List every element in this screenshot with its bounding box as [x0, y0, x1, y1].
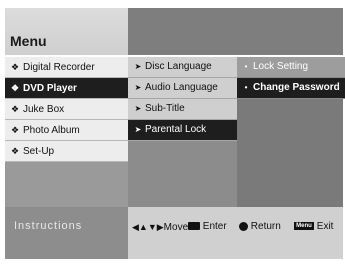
diamond-icon: ❖: [10, 146, 20, 156]
move-hint: ◀▲▼▶Move: [132, 220, 188, 234]
submenu-item-parental-lock[interactable]: ➤ Parental Lock: [128, 120, 237, 141]
enter-hint: Enter: [188, 220, 227, 234]
diamond-icon: ❖: [10, 104, 20, 114]
menu-title: Menu: [10, 33, 47, 49]
submenu-item-sub-title[interactable]: ➤ Sub-Title: [128, 99, 237, 120]
submenu-item-label: Sub-Title: [145, 103, 185, 114]
return-hint: Return: [239, 220, 281, 234]
enter-key-icon: [188, 222, 200, 231]
menu-key-icon: Menu: [294, 222, 314, 231]
menu-item-label: Set-Up: [23, 146, 55, 157]
navigate-arrows-icon: ◀▲▼▶: [132, 222, 164, 232]
move-hint-label: Move: [163, 222, 189, 233]
menu-item-label: Juke Box: [23, 104, 65, 115]
submenu-item-disc-language[interactable]: ➤ Disc Language: [128, 57, 237, 78]
option-item-lock-setting[interactable]: • Lock Setting: [237, 57, 345, 78]
exit-hint-label: Exit: [316, 221, 334, 232]
menu-item-juke-box[interactable]: ❖ Juke Box: [5, 99, 128, 120]
diamond-icon: ❖: [10, 125, 20, 135]
menu-item-photo-album[interactable]: ❖ Photo Album: [5, 120, 128, 141]
arrow-icon: ➤: [134, 125, 142, 134]
submenu-item-label: Parental Lock: [145, 124, 207, 135]
submenu-item-label: Disc Language: [145, 61, 212, 72]
arrow-icon: ➤: [134, 83, 142, 92]
submenu-item-label: Audio Language: [145, 82, 218, 93]
option-item-label: Change Password: [253, 82, 340, 93]
bullet-icon: •: [244, 83, 248, 92]
arrow-icon: ➤: [134, 62, 142, 71]
bullet-icon: •: [244, 62, 248, 71]
header-right: [128, 8, 343, 55]
menu-item-set-up[interactable]: ❖ Set-Up: [5, 141, 128, 162]
option-item-label: Lock Setting: [253, 61, 309, 72]
dvd-menu-screen: Menu ❖ Digital Recorder ❖ DVD Player ❖ Juke…: [0, 0, 345, 265]
menu-item-label: Digital Recorder: [23, 62, 95, 73]
menu-item-label: DVD Player: [23, 83, 77, 94]
arrow-icon: ➤: [134, 104, 142, 113]
menu-item-label: Photo Album: [23, 125, 80, 136]
menu-item-dvd-player[interactable]: ❖ DVD Player: [5, 78, 128, 99]
diamond-icon: ❖: [10, 62, 20, 72]
instructions-label: Instructions: [14, 220, 83, 232]
option-item-change-password[interactable]: • Change Password: [237, 78, 345, 99]
return-hint-label: Return: [250, 221, 281, 232]
exit-hint: Menu Exit: [294, 220, 333, 234]
enter-hint-label: Enter: [202, 221, 227, 232]
return-key-icon: [239, 221, 248, 231]
menu-item-digital-recorder[interactable]: ❖ Digital Recorder: [5, 57, 128, 78]
diamond-icon: ❖: [10, 83, 20, 93]
submenu-item-audio-language[interactable]: ➤ Audio Language: [128, 78, 237, 99]
instructions-label-panel: [5, 207, 128, 259]
